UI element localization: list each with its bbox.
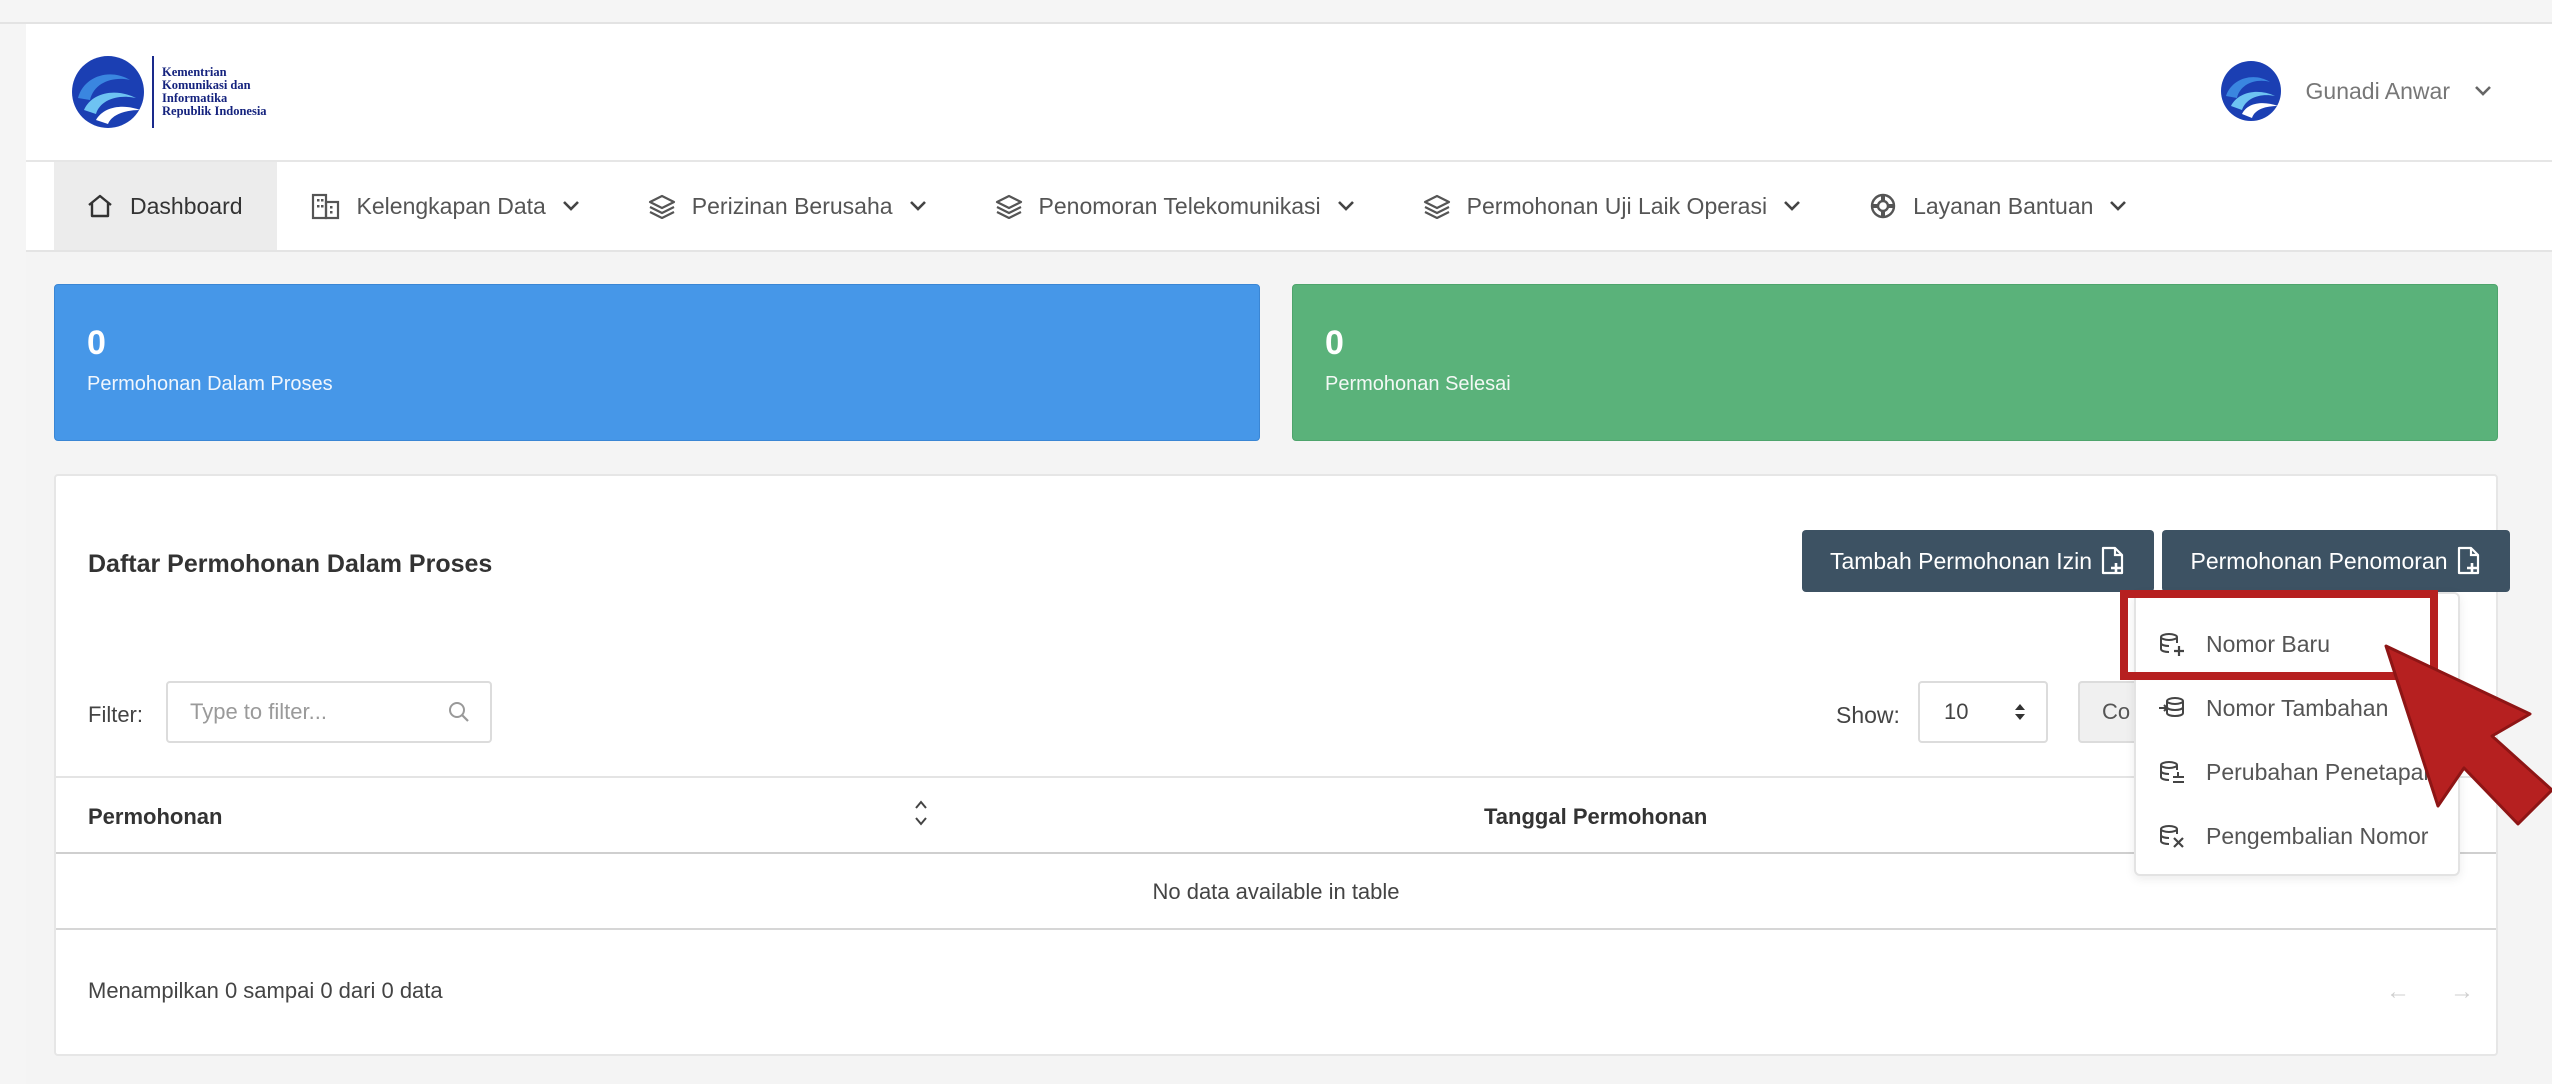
nav-label: Layanan Bantuan — [1913, 192, 2094, 219]
lifebuoy-icon — [1870, 193, 1896, 219]
filter-input[interactable]: Type to filter... — [166, 681, 492, 743]
column-header-permohonan[interactable]: Permohonan — [88, 804, 222, 830]
kominfo-logo[interactable]: Kementrian Komunikasi dan Informatika Re… — [70, 54, 267, 130]
stat-card-done: 0 Permohonan Selesai — [1292, 284, 2498, 441]
stat-value: 0 — [1325, 324, 1344, 362]
table-info: Menampilkan 0 sampai 0 dari 0 data — [88, 978, 443, 1003]
button-label: Tambah Permohonan Izin — [1829, 547, 2093, 574]
chevron-down-icon — [1784, 201, 1801, 211]
building-icon — [311, 193, 339, 220]
stat-label: Permohonan Selesai — [1325, 373, 1511, 395]
prev-page-button[interactable]: ← — [2386, 978, 2410, 1006]
sort-icon[interactable] — [912, 798, 930, 828]
nav-penomoran-telekomunikasi[interactable]: Penomoran Telekomunikasi — [961, 162, 1389, 250]
chevron-down-icon — [1337, 201, 1354, 211]
layers-icon — [995, 194, 1022, 219]
search-icon — [449, 702, 469, 722]
chevron-down-icon — [562, 201, 579, 211]
menu-item-label: Pengembalian Nomor — [2206, 822, 2429, 849]
menu-item-pengembalian-nomor[interactable]: Pengembalian Nomor — [2136, 804, 2458, 868]
app-container: Kementrian Komunikasi dan Informatika Re… — [26, 24, 2552, 1084]
menu-item-label: Nomor Tambahan — [2206, 694, 2389, 721]
main-nav: Dashboard Kelengkapan Data Perizinan Ber… — [26, 162, 2552, 252]
layers-icon — [648, 194, 675, 219]
file-plus-icon — [2101, 546, 2124, 575]
requests-card: Daftar Permohonan Dalam Proses Tambah Pe… — [54, 474, 2510, 1056]
layers-icon — [1423, 194, 1450, 219]
nav-layanan-bantuan[interactable]: Layanan Bantuan — [1835, 162, 2161, 250]
logo-text: Kementrian Komunikasi dan Informatika Re… — [162, 66, 267, 118]
logo-separator — [152, 56, 154, 128]
menu-item-nomor-baru[interactable]: Nomor Baru — [2136, 612, 2458, 676]
column-header-tanggal[interactable]: Tanggal Permohonan — [1484, 804, 1707, 830]
header: Kementrian Komunikasi dan Informatika Re… — [26, 24, 2552, 162]
table-header: Permohonan Tanggal Permohonan — [56, 776, 2496, 854]
file-plus-icon — [2457, 546, 2479, 575]
nav-label: Perizinan Berusaha — [691, 192, 893, 219]
columns-button-label: Co — [2102, 699, 2131, 724]
menu-item-label: Nomor Baru — [2206, 630, 2330, 657]
pagination: ← → — [2386, 978, 2474, 1006]
user-menu[interactable]: Gunadi Anwar — [2220, 60, 2492, 122]
empty-table-message: No data available in table — [56, 854, 2496, 930]
chevron-down-icon — [2110, 201, 2127, 211]
stat-label: Permohonan Dalam Proses — [87, 373, 333, 395]
nav-kelengkapan-data[interactable]: Kelengkapan Data — [277, 162, 614, 250]
filter-placeholder: Type to filter... — [190, 699, 327, 724]
stat-card-in-process: 0 Permohonan Dalam Proses — [54, 284, 1260, 441]
nav-label: Kelengkapan Data — [356, 192, 546, 219]
avatar — [2220, 61, 2281, 121]
chevron-down-icon — [2475, 86, 2491, 96]
add-license-request-button[interactable]: Tambah Permohonan Izin — [1802, 530, 2154, 592]
nav-perizinan-berusaha[interactable]: Perizinan Berusaha — [614, 162, 961, 250]
database-plus-icon — [2160, 633, 2184, 656]
nav-dashboard[interactable]: Dashboard — [54, 162, 277, 250]
home-icon — [88, 194, 112, 218]
database-import-icon — [2159, 697, 2184, 718]
menu-item-label: Perubahan Penetapan — [2206, 758, 2437, 785]
sort-caret-icon — [2015, 704, 2025, 720]
show-label: Show: — [1836, 702, 1900, 728]
button-label: Permohonan Penomoran — [2190, 547, 2448, 574]
database-edit-icon — [2160, 761, 2184, 783]
user-name: Gunadi Anwar — [2305, 77, 2450, 104]
logo-line: Republik Indonesia — [162, 104, 267, 118]
menu-item-perubahan-penetapan[interactable]: Perubahan Penetapan — [2136, 740, 2458, 804]
next-page-button[interactable]: → — [2450, 978, 2474, 1006]
database-remove-icon — [2160, 825, 2184, 848]
nav-label: Penomoran Telekomunikasi — [1038, 192, 1321, 219]
nav-label: Permohonan Uji Laik Operasi — [1466, 192, 1768, 219]
filter-label: Filter: — [88, 702, 143, 727]
kominfo-logo-icon — [72, 56, 144, 128]
numbering-request-button[interactable]: Permohonan Penomoran — [2162, 530, 2510, 592]
chevron-down-icon — [909, 201, 926, 211]
stat-value: 0 — [87, 324, 106, 362]
nav-permohonan-uji-laik-operasi[interactable]: Permohonan Uji Laik Operasi — [1389, 162, 1835, 250]
page-size-value: 10 — [1944, 699, 1969, 724]
nav-label: Dashboard — [130, 192, 243, 219]
numbering-dropdown-menu: Nomor Baru Nomor Tambahan Perubahan Pene… — [2134, 592, 2460, 876]
page-size-select[interactable]: 10 — [1918, 681, 2048, 743]
menu-item-nomor-tambahan[interactable]: Nomor Tambahan — [2136, 676, 2458, 740]
card-title: Daftar Permohonan Dalam Proses — [88, 550, 493, 578]
